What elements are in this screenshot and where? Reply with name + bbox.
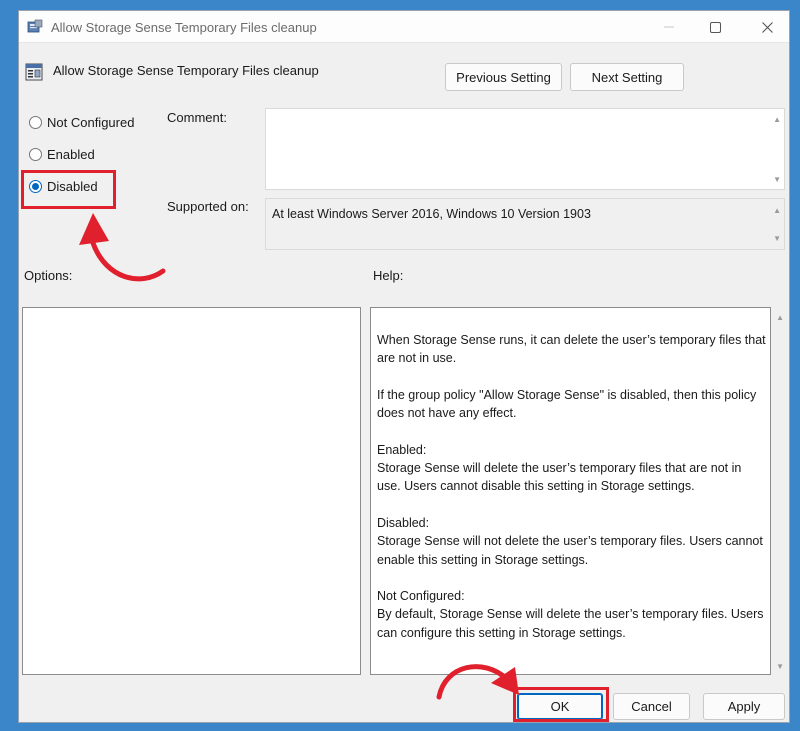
apply-button[interactable]: Apply <box>703 693 785 720</box>
policy-setting-icon <box>25 63 43 81</box>
maximize-icon <box>709 21 721 33</box>
help-paragraph: Enabled: Storage Sense will delete the u… <box>377 442 742 494</box>
policy-dialog: Allow Storage Sense Temporary Files clea… <box>18 10 790 723</box>
comment-label: Comment: <box>167 110 227 125</box>
scroll-up-icon[interactable]: ▲ <box>773 206 781 215</box>
previous-setting-button[interactable]: Previous Setting <box>445 63 562 91</box>
close-icon <box>761 21 773 33</box>
annotation-arrow-icon <box>436 664 519 700</box>
scroll-up-icon[interactable]: ▲ <box>773 115 781 124</box>
radio-enabled[interactable]: Enabled <box>29 147 95 162</box>
scroll-down-icon[interactable]: ▼ <box>773 234 781 243</box>
policy-editor-icon <box>27 19 43 33</box>
supported-on-value: At least Windows Server 2016, Windows 10… <box>272 207 591 221</box>
title-bar: Allow Storage Sense Temporary Files clea… <box>19 11 789 43</box>
radio-not-configured[interactable]: Not Configured <box>29 115 134 130</box>
scroll-down-icon[interactable]: ▼ <box>773 175 781 184</box>
help-paragraph: When Storage Sense runs, it can delete t… <box>377 333 766 366</box>
disabled-highlight-box <box>21 170 116 209</box>
cancel-button[interactable]: Cancel <box>613 693 690 720</box>
help-paragraph: Not Configured: By default, Storage Sens… <box>377 589 764 640</box>
help-paragraph: If the group policy "Allow Storage Sense… <box>377 387 757 421</box>
scroll-down-icon[interactable]: ▼ <box>776 662 784 671</box>
comment-field[interactable]: ▲ ▼ <box>265 108 785 190</box>
supported-on-label: Supported on: <box>167 199 249 214</box>
supported-on-field: At least Windows Server 2016, Windows 10… <box>265 198 785 250</box>
help-text: When Storage Sense runs, it can delete t… <box>377 331 767 660</box>
help-label: Help: <box>373 268 404 283</box>
next-setting-button[interactable]: Next Setting <box>570 63 684 91</box>
help-paragraph: Disabled: Storage Sense will not delete … <box>377 515 763 567</box>
window-title: Allow Storage Sense Temporary Files clea… <box>51 20 317 35</box>
minimize-button[interactable] <box>646 11 692 43</box>
radio-circle <box>29 148 42 161</box>
options-label: Options: <box>24 268 73 283</box>
close-button[interactable] <box>744 11 790 43</box>
minimize-icon <box>664 26 674 28</box>
radio-label: Not Configured <box>47 115 135 130</box>
policy-name: Allow Storage Sense Temporary Files clea… <box>53 63 319 78</box>
annotation-arrow-icon <box>79 213 166 282</box>
maximize-button[interactable] <box>692 11 738 43</box>
radio-label: Enabled <box>47 147 95 162</box>
scroll-up-icon[interactable]: ▲ <box>776 313 784 322</box>
radio-circle <box>29 116 42 129</box>
help-scrollbar[interactable]: ▲ ▼ <box>771 307 789 675</box>
help-panel: When Storage Sense runs, it can delete t… <box>370 307 771 675</box>
options-panel <box>22 307 361 675</box>
